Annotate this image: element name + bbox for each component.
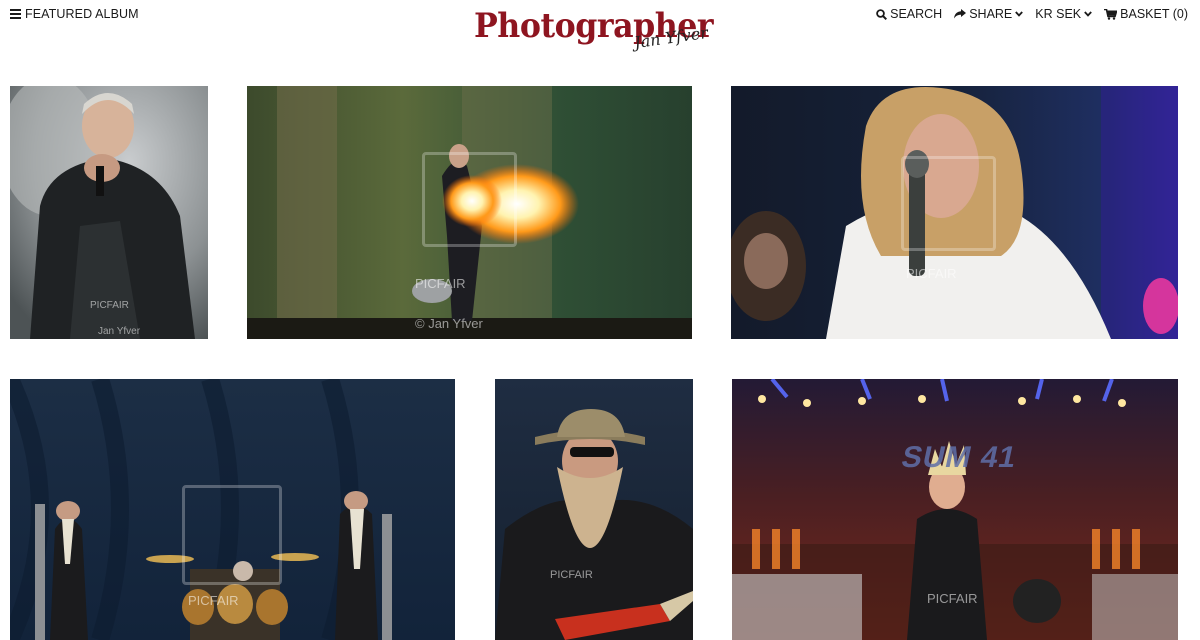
picfair-watermark-icon (422, 152, 517, 247)
featured-album-menu[interactable]: FEATURED ALBUM (10, 7, 139, 21)
photo-watermark: PICFAIR (415, 276, 466, 291)
basket-label[interactable]: BASKET (0) (1120, 7, 1188, 21)
search-icon[interactable] (876, 8, 888, 20)
photo-watermark: PICFAIR (188, 593, 239, 608)
photo-watermark: PICFAIR (906, 266, 957, 281)
chevron-down-icon[interactable] (1084, 11, 1092, 17)
photo-band-on-stage[interactable]: PICFAIR (10, 379, 455, 640)
currency-label[interactable]: KR SEK (1035, 7, 1081, 21)
search-button[interactable]: SEARCH (876, 7, 942, 21)
featured-album-label[interactable]: FEATURED ALBUM (25, 7, 139, 21)
photo-watermark: PICFAIR (550, 569, 593, 581)
photo-singer-curly-hair[interactable]: PICFAIR (731, 86, 1178, 339)
share-button[interactable]: SHARE (954, 7, 1024, 21)
share-label[interactable]: SHARE (969, 7, 1012, 21)
header-actions: SEARCH SHARE KR SEK BASKET (0) (876, 7, 1188, 21)
photo-guitarist-flames[interactable]: PICFAIR © Jan Yfver (247, 86, 692, 339)
currency-selector[interactable]: KR SEK (1035, 7, 1092, 21)
chevron-down-icon[interactable] (1015, 11, 1024, 17)
photo-bearded-guitarist[interactable]: PICFAIR (495, 379, 693, 640)
photo-watermark: PICFAIR (927, 591, 978, 606)
search-label[interactable]: SEARCH (890, 7, 942, 21)
photo-image (495, 379, 693, 640)
photo-singer-leather-jacket[interactable]: PICFAIR Jan Yfver (10, 86, 208, 339)
top-navigation-bar: FEATURED ALBUM Photographer Jan Yfver SE… (0, 0, 1200, 70)
picfair-watermark-icon (182, 485, 282, 585)
basket-button[interactable]: BASKET (0) (1104, 7, 1188, 21)
photo-credit: Jan Yfver (98, 326, 141, 337)
photo-watermark: PICFAIR (90, 300, 129, 311)
hamburger-icon[interactable] (10, 9, 21, 19)
photo-sum41-singer[interactable]: SUM 41 PICFAIR (732, 379, 1178, 640)
site-logo[interactable]: Photographer Jan Yfver (474, 4, 714, 68)
picfair-watermark-icon (901, 156, 996, 251)
band-banner-text: SUM 41 (898, 441, 1020, 474)
share-icon[interactable] (954, 9, 967, 19)
basket-icon[interactable] (1104, 8, 1118, 20)
photo-credit: © Jan Yfver (415, 316, 483, 331)
